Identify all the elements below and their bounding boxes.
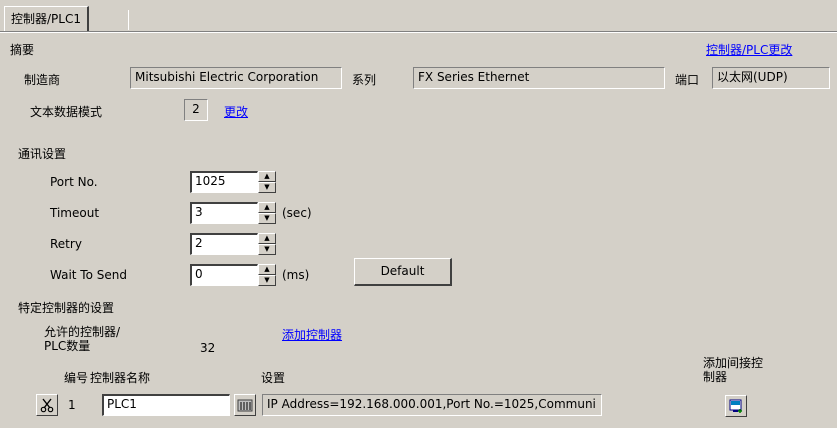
column-no: 编号 [64, 371, 89, 385]
retry-spinner[interactable]: ▲ ▼ [258, 233, 276, 255]
allowed-count-label-line2: PLC数量 [44, 339, 91, 353]
text-mode-value: 2 [184, 99, 208, 121]
cut-icon[interactable] [36, 394, 58, 416]
spin-down-icon[interactable]: ▼ [258, 213, 276, 224]
manufacturer-value: Mitsubishi Electric Corporation [130, 67, 342, 89]
port-type-label: 端口 [675, 73, 700, 87]
device-name-input[interactable]: PLC1 [102, 394, 230, 416]
add-indirect-controller-icon[interactable] [725, 395, 747, 417]
add-indirect-label: 添加间接控 制器 [703, 356, 763, 384]
port-no-input[interactable]: 1025 [190, 171, 258, 193]
port-type-value: 以太网(UDP) [712, 67, 830, 89]
add-indirect-label-line2: 制器 [703, 370, 728, 384]
comm-heading: 通讯设置 [18, 147, 67, 161]
series-label: 系列 [352, 73, 377, 87]
allowed-count-label: 允许的控制器/ PLC数量 [44, 325, 120, 353]
column-name: 控制器名称 [90, 371, 151, 385]
device-settings-value: IP Address=192.168.000.001,Port No.=1025… [262, 394, 602, 416]
manufacturer-label: 制造商 [24, 73, 61, 87]
timeout-spinner[interactable]: ▲ ▼ [258, 202, 276, 224]
settings-icon[interactable] [234, 394, 256, 416]
tab-plc1[interactable]: 控制器/PLC1 [4, 6, 89, 31]
timeout-unit: (sec) [282, 206, 312, 220]
device-heading: 特定控制器的设置 [18, 301, 115, 315]
retry-input[interactable]: 2 [190, 233, 258, 255]
wait-to-send-input[interactable]: 0 [190, 264, 258, 286]
timeout-input[interactable]: 3 [190, 202, 258, 224]
default-button[interactable]: Default [354, 258, 452, 286]
settings-panel: 摘要 控制器/PLC更改 制造商 Mitsubishi Electric Cor… [0, 32, 837, 428]
allowed-count-value: 32 [200, 341, 216, 355]
port-no-label: Port No. [50, 175, 98, 189]
spin-down-icon[interactable]: ▼ [258, 244, 276, 255]
add-controller-link[interactable]: 添加控制器 [282, 326, 342, 343]
wait-to-send-unit: (ms) [282, 268, 310, 282]
tab-divider [128, 10, 129, 30]
add-indirect-label-line1: 添加间接控 [703, 356, 764, 370]
port-no-spinner[interactable]: ▲ ▼ [258, 171, 276, 193]
spin-up-icon[interactable]: ▲ [258, 233, 276, 244]
text-mode-label: 文本数据模式 [30, 105, 103, 119]
text-mode-change-link[interactable]: 更改 [224, 103, 248, 120]
summary-heading: 摘要 [10, 43, 35, 57]
spin-up-icon[interactable]: ▲ [258, 171, 276, 182]
row-number: 1 [68, 398, 76, 412]
timeout-label: Timeout [50, 206, 100, 220]
series-value: FX Series Ethernet [413, 67, 665, 89]
column-settings: 设置 [261, 371, 286, 385]
spin-up-icon[interactable]: ▲ [258, 202, 276, 213]
tab-strip: 控制器/PLC1 [0, 0, 837, 32]
spin-up-icon[interactable]: ▲ [258, 264, 276, 275]
spin-down-icon[interactable]: ▼ [258, 275, 276, 286]
allowed-count-label-line1: 允许的控制器/ [44, 325, 121, 339]
retry-label: Retry [50, 237, 82, 251]
wait-to-send-spinner[interactable]: ▲ ▼ [258, 264, 276, 286]
controller-change-link[interactable]: 控制器/PLC更改 [706, 41, 792, 58]
wait-to-send-label: Wait To Send [50, 268, 127, 282]
spin-down-icon[interactable]: ▼ [258, 182, 276, 193]
